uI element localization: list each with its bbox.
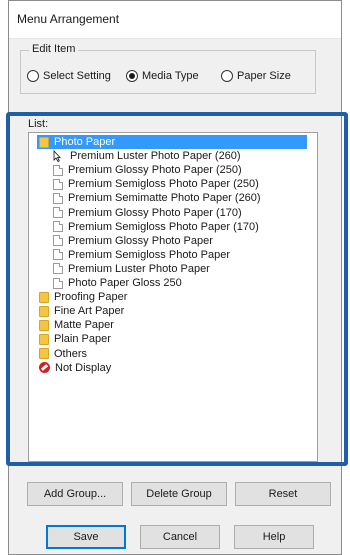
list-highlight-frame: [6, 112, 348, 466]
radio-media-type[interactable]: Media Type: [126, 70, 199, 82]
radio-button-checked-icon: [126, 70, 138, 82]
radio-paper-size[interactable]: Paper Size: [221, 70, 291, 82]
radio-button-icon: [221, 70, 233, 82]
radio-select-setting-label: Select Setting: [43, 70, 111, 82]
delete-group-button[interactable]: Delete Group: [131, 482, 227, 506]
radio-select-setting[interactable]: Select Setting: [27, 70, 111, 82]
radio-media-type-label: Media Type: [142, 70, 199, 82]
radio-paper-size-label: Paper Size: [237, 70, 291, 82]
add-group-button[interactable]: Add Group...: [27, 482, 123, 506]
reset-button[interactable]: Reset: [235, 482, 331, 506]
radio-button-icon: [27, 70, 39, 82]
help-button[interactable]: Help: [234, 525, 314, 549]
edit-item-group: Edit Item Select Setting Media Type Pape…: [20, 43, 316, 94]
dialog-title: Menu Arrangement: [17, 12, 120, 26]
cancel-button[interactable]: Cancel: [140, 525, 220, 549]
title-bar: Menu Arrangement: [9, 1, 341, 39]
save-button[interactable]: Save: [46, 525, 126, 549]
edit-item-label: Edit Item: [29, 43, 79, 55]
